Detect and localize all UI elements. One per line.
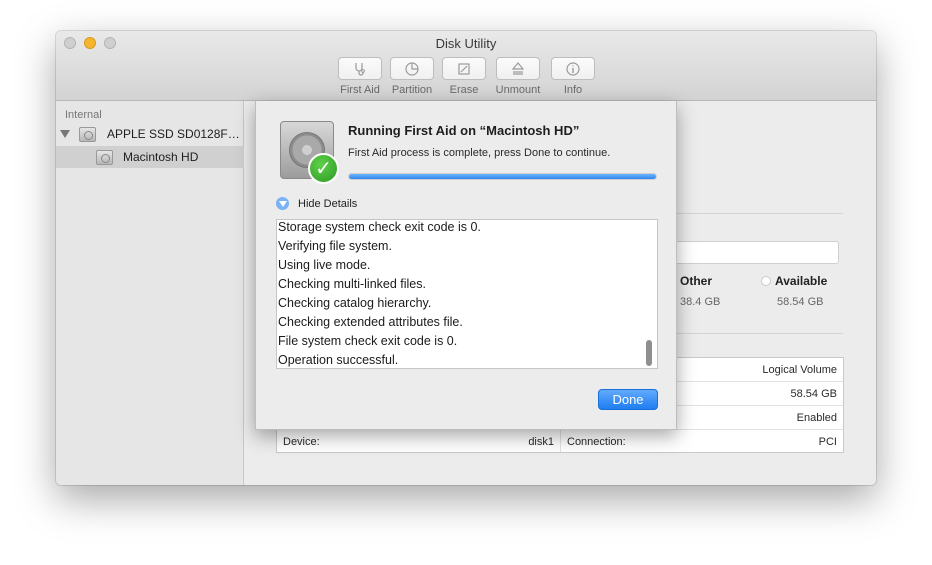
sidebar-item-volume[interactable]: Macintosh HD [56, 146, 244, 168]
sidebar-item-volume-label: Macintosh HD [123, 150, 199, 164]
device-value: disk1 [528, 436, 554, 448]
log-line: Checking multi-linked files. [278, 277, 426, 291]
connection-label: Connection: [567, 436, 626, 448]
log-line: Storage system check exit code is 0. [278, 220, 481, 234]
legend-other-value: 38.4 GB [680, 296, 721, 308]
first-aid-sheet: ✓ Running First Aid on “Macintosh HD” Fi… [255, 101, 677, 430]
unmount-label: Unmount [495, 84, 541, 96]
legend-other: Other 38.4 GB [680, 274, 720, 308]
log-line: Checking extended attributes file. [278, 315, 463, 329]
partition-label: Partition [391, 84, 433, 96]
log-line: Verifying file system. [278, 239, 392, 253]
volume-icon [96, 149, 113, 165]
sidebar-item-disk[interactable]: APPLE SSD SD0128F… [56, 123, 244, 145]
divider [665, 333, 843, 334]
legend-available-label: Available [775, 274, 828, 288]
legend-available: Available 58.54 GB [761, 274, 827, 308]
info-icon [566, 61, 580, 76]
usage-bar [665, 241, 839, 264]
details-log[interactable]: Storage system check exit code is 0. Ver… [276, 219, 658, 369]
info-button[interactable]: Info [549, 57, 597, 96]
sheet-title: Running First Aid on “Macintosh HD” [348, 123, 580, 138]
pie-icon [405, 61, 419, 76]
progress-fill [349, 174, 656, 179]
log-scrollbar[interactable] [646, 340, 652, 366]
info-label: Info [563, 84, 583, 96]
available-swatch-icon [761, 276, 771, 286]
progress-bar [348, 173, 657, 180]
erase-icon [458, 62, 470, 75]
hide-details-toggle[interactable]: Hide Details [276, 197, 357, 210]
hide-details-label: Hide Details [298, 197, 358, 210]
unmount-button[interactable]: Unmount [494, 57, 542, 96]
eject-icon [511, 61, 525, 75]
stethoscope-icon [355, 62, 365, 76]
sidebar: Internal APPLE SSD SD0128F… Macintosh HD [56, 101, 244, 485]
log-line: Operation successful. [278, 353, 399, 367]
erase-label: Erase [449, 84, 479, 96]
device-label: Device: [283, 436, 320, 448]
sidebar-item-disk-label: APPLE SSD SD0128F… [107, 127, 240, 141]
divider [665, 213, 843, 214]
log-line: Using live mode. [278, 258, 371, 272]
disclosure-down-icon [276, 197, 289, 210]
log-line: File system check exit code is 0. [278, 334, 458, 348]
drive-icon [79, 126, 96, 142]
legend-available-value: 58.54 GB [777, 296, 824, 308]
sheet-message: First Aid process is complete, press Don… [348, 147, 611, 159]
disclosure-triangle-icon[interactable] [60, 130, 70, 138]
done-button[interactable]: Done [598, 389, 658, 410]
first-aid-label: First Aid [340, 84, 380, 96]
first-aid-button[interactable]: First Aid [336, 57, 384, 96]
connection-value: PCI [818, 436, 837, 448]
checkmark-icon: ✓ [308, 153, 339, 184]
log-line: Checking catalog hierarchy. [278, 296, 432, 310]
window-title: Disk Utility [435, 36, 497, 51]
title-bar: Disk Utility First Aid Partition Erase U… [56, 31, 876, 101]
legend-other-label: Other [680, 274, 713, 288]
partition-button[interactable]: Partition [388, 57, 436, 96]
erase-button[interactable]: Erase [440, 57, 488, 96]
sidebar-section-internal: Internal [65, 109, 102, 121]
